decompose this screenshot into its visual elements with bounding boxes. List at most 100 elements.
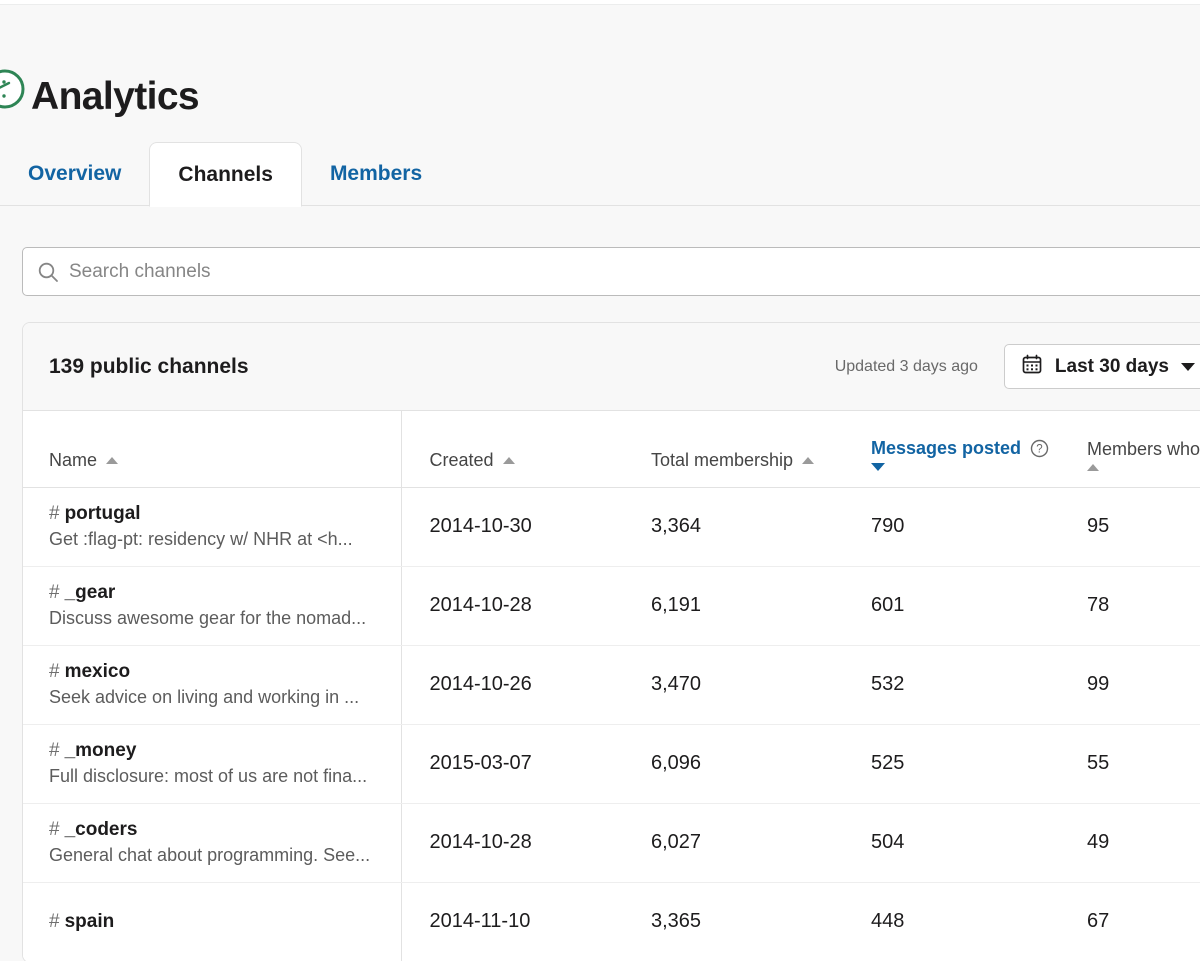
- channel-description: Get :flag-pt: residency w/ NHR at <h...: [49, 529, 353, 549]
- cell-channel-name[interactable]: # mexico Seek advice on living and worki…: [23, 645, 402, 725]
- updated-timestamp: Updated 3 days ago: [834, 357, 978, 375]
- cell-messages-posted: 601: [849, 566, 1065, 646]
- cell-total-membership: 3,365: [625, 882, 849, 961]
- cell-total-membership: 3,364: [625, 487, 849, 567]
- sort-ascending-icon: [502, 456, 515, 464]
- column-label-members-who-posted: Members who po: [1087, 438, 1200, 459]
- search-icon: [37, 261, 59, 283]
- svg-text:?: ?: [1036, 443, 1042, 455]
- channel-name: # _gear: [49, 582, 401, 604]
- cell-channel-name[interactable]: # _coders General chat about programming…: [23, 803, 402, 883]
- calendar-icon: [1021, 353, 1043, 380]
- hash-icon: #: [49, 819, 60, 840]
- hash-icon: #: [49, 740, 60, 761]
- column-label-total-membership: Total membership: [651, 449, 794, 470]
- channel-description: General chat about programming. See...: [49, 845, 371, 865]
- channel-description: Full disclosure: most of us are not fina…: [49, 766, 368, 786]
- channels-table: Name Created Total membership Messages p…: [23, 411, 1200, 961]
- column-header-total-membership[interactable]: Total membership: [625, 411, 849, 488]
- cell-created: 2014-10-26: [401, 645, 625, 725]
- column-header-messages-posted[interactable]: Messages posted ?: [849, 411, 1065, 488]
- channel-name-text: mexico: [64, 661, 131, 682]
- channels-card-header: 139 public channels Updated 3 days ago L…: [23, 323, 1200, 411]
- analytics-gauge-icon: [0, 68, 26, 110]
- window-top-strip: [0, 0, 1200, 5]
- channel-description: Discuss awesome gear for the nomad...: [49, 608, 367, 628]
- table-row[interactable]: # portugal Get :flag-pt: residency w/ NH…: [23, 487, 1200, 567]
- cell-members-who-posted: 55: [1065, 724, 1200, 804]
- column-label-created: Created: [429, 449, 494, 470]
- page-title: Analytics: [31, 75, 200, 118]
- channels-table-body: # portugal Get :flag-pt: residency w/ NH…: [23, 487, 1200, 961]
- channel-name: # portugal: [49, 503, 401, 525]
- cell-members-who-posted: 78: [1065, 566, 1200, 646]
- cell-members-who-posted: 95: [1065, 487, 1200, 567]
- help-icon[interactable]: ?: [1030, 439, 1049, 458]
- cell-messages-posted: 532: [849, 645, 1065, 725]
- sort-ascending-icon: [106, 456, 119, 464]
- channel-description: Seek advice on living and working in ...: [49, 687, 360, 707]
- cell-members-who-posted: 67: [1065, 882, 1200, 961]
- date-range-button[interactable]: Last 30 days: [1003, 344, 1200, 389]
- analytics-page: Analytics Overview Channels Members 139 …: [0, 0, 1200, 961]
- hash-icon: #: [49, 661, 60, 682]
- channel-name-text: _gear: [64, 582, 116, 603]
- table-row[interactable]: # mexico Seek advice on living and worki…: [23, 645, 1200, 725]
- cell-created: 2014-10-28: [401, 803, 625, 883]
- cell-messages-posted: 504: [849, 803, 1065, 883]
- chevron-down-icon: [1181, 362, 1195, 371]
- channel-name-text: _money: [64, 740, 137, 761]
- channels-table-header: Name Created Total membership Messages p…: [23, 411, 1200, 488]
- cell-created: 2014-10-28: [401, 566, 625, 646]
- table-row[interactable]: # spain 2014-11-10 3,365 448 67: [23, 882, 1200, 961]
- cell-created: 2014-11-10: [401, 882, 625, 961]
- public-channels-count: 139 public channels: [49, 354, 249, 378]
- table-header-row: Name Created Total membership Messages p…: [23, 411, 1200, 488]
- channel-name: # _coders: [49, 819, 401, 841]
- cell-created: 2014-10-30: [401, 487, 625, 567]
- channel-name: # _money: [49, 740, 401, 762]
- analytics-tabs: Overview Channels Members: [0, 141, 1200, 207]
- cell-total-membership: 6,027: [625, 803, 849, 883]
- column-header-name[interactable]: Name: [23, 411, 402, 488]
- cell-members-who-posted: 99: [1065, 645, 1200, 725]
- channel-name-text: _coders: [64, 819, 138, 840]
- channel-name: # mexico: [49, 661, 401, 683]
- cell-total-membership: 6,191: [625, 566, 849, 646]
- column-label-name: Name: [49, 449, 98, 470]
- hash-icon: #: [49, 582, 60, 603]
- table-row[interactable]: # _coders General chat about programming…: [23, 803, 1200, 883]
- cell-created: 2015-03-07: [401, 724, 625, 804]
- channel-name-text: portugal: [64, 503, 141, 524]
- sort-descending-icon: [871, 462, 885, 471]
- channels-card: 139 public channels Updated 3 days ago L…: [22, 322, 1200, 961]
- cell-channel-name[interactable]: # portugal Get :flag-pt: residency w/ NH…: [23, 487, 402, 567]
- column-header-created[interactable]: Created: [401, 411, 625, 488]
- table-row[interactable]: # _gear Discuss awesome gear for the nom…: [23, 566, 1200, 646]
- page-header: Analytics: [0, 62, 1200, 132]
- column-label-messages-posted: Messages posted: [871, 437, 1022, 458]
- sort-ascending-icon: [1087, 463, 1099, 471]
- cell-members-who-posted: 49: [1065, 803, 1200, 883]
- cell-total-membership: 6,096: [625, 724, 849, 804]
- cell-channel-name[interactable]: # _money Full disclosure: most of us are…: [23, 724, 402, 804]
- cell-messages-posted: 525: [849, 724, 1065, 804]
- cell-messages-posted: 790: [849, 487, 1065, 567]
- table-row[interactable]: # _money Full disclosure: most of us are…: [23, 724, 1200, 804]
- cell-channel-name[interactable]: # spain: [23, 882, 402, 961]
- hash-icon: #: [49, 503, 60, 524]
- search-box[interactable]: [22, 247, 1200, 296]
- tab-members[interactable]: Members: [302, 142, 450, 206]
- search-input[interactable]: [69, 260, 1200, 283]
- tab-channels[interactable]: Channels: [149, 142, 302, 207]
- column-header-members-who-posted[interactable]: Members who po: [1065, 411, 1200, 488]
- cell-messages-posted: 448: [849, 882, 1065, 961]
- cell-channel-name[interactable]: # _gear Discuss awesome gear for the nom…: [23, 566, 402, 646]
- tab-overview[interactable]: Overview: [0, 142, 149, 206]
- date-range-label: Last 30 days: [1054, 355, 1169, 377]
- channel-name-text: spain: [64, 910, 115, 932]
- cell-total-membership: 3,470: [625, 645, 849, 725]
- card-header-actions: Updated 3 days ago Last 30 days: [835, 344, 1200, 389]
- search-channels-container: [22, 247, 1200, 296]
- hash-icon: #: [49, 910, 60, 932]
